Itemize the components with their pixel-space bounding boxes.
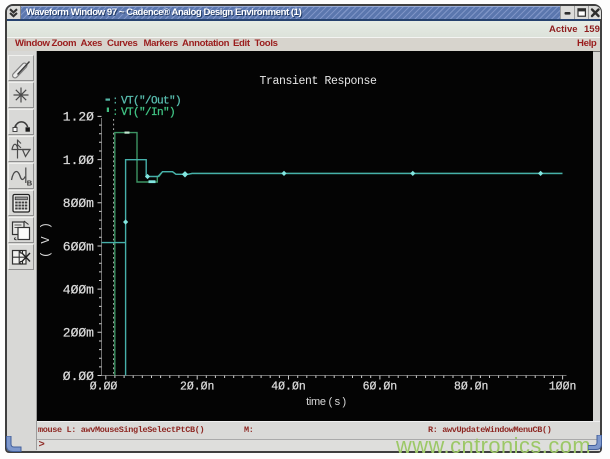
svg-text:VT("/In"): VT("/In") <box>121 107 175 119</box>
svg-text::: : <box>112 96 119 108</box>
svg-text:1.ØØ: 1.ØØ <box>63 153 94 168</box>
svg-text:1ØØn: 1ØØn <box>549 381 577 394</box>
svg-text:6ØØm: 6ØØm <box>63 239 94 254</box>
svg-text:Transient Response: Transient Response <box>259 75 377 88</box>
svg-text:4Ø.Øn: 4Ø.Øn <box>271 381 306 394</box>
svg-text:2ØØm: 2ØØm <box>63 326 94 341</box>
svg-text:8ØØm: 8ØØm <box>63 196 94 211</box>
svg-text::: : <box>112 107 119 119</box>
svg-text:4ØØm: 4ØØm <box>63 283 94 298</box>
svg-text:8Ø.Øn: 8Ø.Øn <box>454 381 489 394</box>
svg-text:1.2Ø: 1.2Ø <box>63 110 94 125</box>
svg-text:B: B <box>27 179 33 188</box>
svg-text:Ø.ØØ: Ø.ØØ <box>90 381 118 394</box>
svg-text:2Ø.Øn: 2Ø.Øn <box>180 381 215 394</box>
svg-text:6Ø.Øn: 6Ø.Øn <box>363 381 398 394</box>
svg-text:( V ): ( V ) <box>39 222 53 258</box>
svg-text:VT("/Out"): VT("/Out") <box>121 96 181 108</box>
svg-text:time ( s ): time ( s ) <box>306 396 346 408</box>
